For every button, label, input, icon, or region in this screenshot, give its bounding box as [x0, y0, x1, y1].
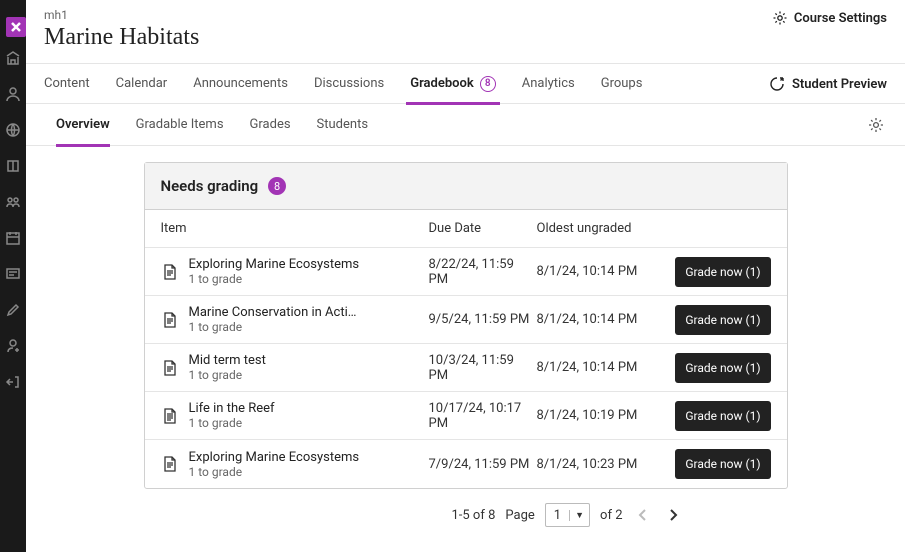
- document-icon: [161, 263, 179, 281]
- main-panel: mh1 Marine Habitats Course Settings Cont…: [26, 0, 905, 552]
- subtab-overview[interactable]: Overview: [56, 104, 110, 146]
- tab-groups[interactable]: Groups: [601, 64, 643, 104]
- oldest-ungraded: 8/1/24, 10:23 PM: [537, 457, 667, 472]
- pagination-range: 1-5 of 8: [451, 508, 495, 523]
- item-title[interactable]: Exploring Marine Ecosystems: [189, 450, 360, 465]
- grade-now-button[interactable]: Grade now (1): [675, 305, 770, 335]
- student-preview-label: Student Preview: [792, 77, 887, 92]
- page-select[interactable]: 1 ▼: [545, 503, 590, 527]
- admin-icon[interactable]: [5, 338, 21, 354]
- left-nav-rail: [0, 0, 26, 552]
- item-title[interactable]: Life in the Reef: [189, 401, 275, 416]
- book-icon[interactable]: [5, 158, 21, 174]
- oldest-ungraded: 8/1/24, 10:14 PM: [537, 312, 667, 327]
- col-oldest-header: Oldest ungraded: [537, 221, 667, 236]
- profile-icon[interactable]: [5, 86, 21, 102]
- due-date: 10/17/24, 10:17 PM: [429, 401, 537, 431]
- content-area: Needs grading 8 Item Due Date Oldest ung…: [26, 146, 905, 552]
- item-subtext: 1 to grade: [189, 272, 360, 286]
- globe-icon[interactable]: [5, 122, 21, 138]
- grade-now-button[interactable]: Grade now (1): [675, 257, 770, 287]
- course-header: mh1 Marine Habitats Course Settings: [26, 0, 905, 64]
- table-row: Mid term test1 to grade 10/3/24, 11:59 PM…: [145, 344, 787, 392]
- document-icon: [161, 359, 179, 377]
- close-button[interactable]: [6, 17, 26, 37]
- due-date: 9/5/24, 11:59 PM: [429, 312, 537, 327]
- pagination: 1-5 of 8 Page 1 ▼ of 2: [39, 489, 683, 541]
- student-preview-button[interactable]: Student Preview: [768, 64, 887, 104]
- table-header: Item Due Date Oldest ungraded: [145, 210, 787, 248]
- subtab-gradable-items[interactable]: Gradable Items: [136, 104, 224, 146]
- messages-icon[interactable]: [5, 266, 21, 282]
- course-settings-button[interactable]: Course Settings: [772, 10, 887, 26]
- gear-icon: [867, 116, 885, 134]
- gradebook-count-badge: 8: [480, 76, 496, 92]
- next-page-button[interactable]: [663, 505, 683, 525]
- due-date: 10/3/24, 11:59 PM: [429, 353, 537, 383]
- grade-now-button[interactable]: Grade now (1): [675, 353, 770, 383]
- tab-gradebook[interactable]: Gradebook 8: [410, 64, 496, 104]
- needs-grading-count: 8: [268, 177, 286, 195]
- item-title[interactable]: Marine Conservation in Acti…: [189, 305, 357, 320]
- due-date: 8/22/24, 11:59 PM: [429, 257, 537, 287]
- table-row: Life in the Reef1 to grade 10/17/24, 10:1…: [145, 392, 787, 440]
- tab-announcements[interactable]: Announcements: [193, 64, 288, 104]
- item-title[interactable]: Exploring Marine Ecosystems: [189, 257, 360, 272]
- col-item-header: Item: [161, 221, 429, 236]
- course-title: Marine Habitats: [44, 24, 887, 51]
- oldest-ungraded: 8/1/24, 10:14 PM: [537, 264, 667, 279]
- item-title[interactable]: Mid term test: [189, 353, 266, 368]
- chevron-down-icon: ▼: [569, 510, 589, 521]
- signout-icon[interactable]: [5, 374, 21, 390]
- calendar-icon[interactable]: [5, 230, 21, 246]
- tab-discussions[interactable]: Discussions: [314, 64, 384, 104]
- needs-grading-panel: Needs grading 8 Item Due Date Oldest ung…: [144, 162, 788, 489]
- document-icon: [161, 311, 179, 329]
- tab-content[interactable]: Content: [44, 64, 90, 104]
- table-row: Exploring Marine Ecosystems1 to grade 8/2…: [145, 248, 787, 296]
- course-code: mh1: [44, 8, 887, 22]
- preview-icon: [768, 75, 786, 93]
- gradebook-settings-button[interactable]: [867, 104, 885, 146]
- table-body: Exploring Marine Ecosystems1 to grade8/2…: [145, 248, 787, 488]
- panel-header: Needs grading 8: [145, 163, 787, 210]
- table-row: Exploring Marine Ecosystems1 to grade 7/9…: [145, 440, 787, 488]
- groups-icon[interactable]: [5, 194, 21, 210]
- document-icon: [161, 455, 179, 473]
- tab-gradebook-label: Gradebook: [410, 76, 474, 91]
- subtab-students[interactable]: Students: [317, 104, 369, 146]
- tab-calendar[interactable]: Calendar: [116, 64, 168, 104]
- due-date: 7/9/24, 11:59 PM: [429, 457, 537, 472]
- grade-now-button[interactable]: Grade now (1): [675, 449, 770, 479]
- compose-icon[interactable]: [5, 302, 21, 318]
- tab-analytics[interactable]: Analytics: [522, 64, 575, 104]
- grade-now-button[interactable]: Grade now (1): [675, 401, 770, 431]
- col-due-header: Due Date: [429, 221, 537, 236]
- pagination-page-label: Page: [505, 508, 534, 523]
- course-settings-label: Course Settings: [794, 11, 887, 26]
- prev-page-button[interactable]: [633, 505, 653, 525]
- subtab-grades[interactable]: Grades: [250, 104, 291, 146]
- page-number: 1: [546, 508, 569, 523]
- oldest-ungraded: 8/1/24, 10:19 PM: [537, 408, 667, 423]
- item-subtext: 1 to grade: [189, 320, 357, 334]
- oldest-ungraded: 8/1/24, 10:14 PM: [537, 360, 667, 375]
- item-subtext: 1 to grade: [189, 416, 275, 430]
- gradebook-subtabs: Overview Gradable Items Grades Students: [26, 104, 905, 146]
- institution-icon[interactable]: [5, 50, 21, 66]
- document-icon: [161, 407, 179, 425]
- table-row: Marine Conservation in Acti…1 to grade 9/…: [145, 296, 787, 344]
- gear-icon: [772, 10, 788, 26]
- panel-title: Needs grading: [161, 177, 259, 195]
- item-subtext: 1 to grade: [189, 465, 360, 479]
- primary-tabs: Content Calendar Announcements Discussio…: [26, 64, 905, 104]
- item-subtext: 1 to grade: [189, 368, 266, 382]
- pagination-of: of 2: [600, 508, 622, 523]
